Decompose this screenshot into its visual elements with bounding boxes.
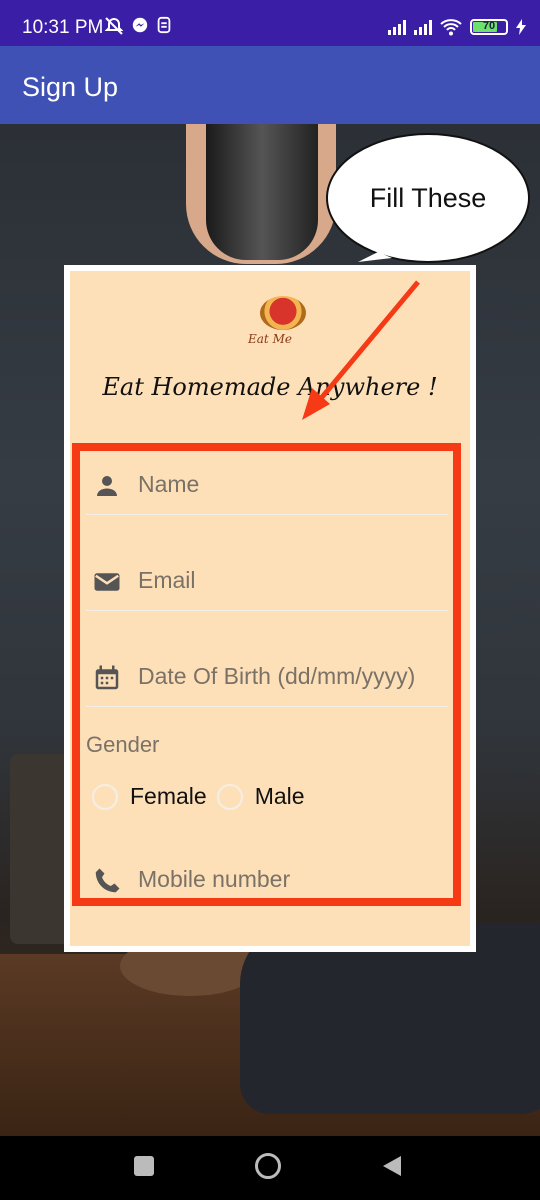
mobile-placeholder: Mobile number bbox=[138, 866, 291, 892]
battery-level: 70 bbox=[482, 20, 496, 32]
sync-icon bbox=[157, 16, 171, 34]
messenger-icon bbox=[132, 17, 148, 33]
app-bar: Sign Up bbox=[0, 46, 540, 124]
status-bar: 10:31 PM 70 bbox=[0, 0, 540, 46]
status-time: 10:31 PM bbox=[22, 17, 104, 38]
calendar-icon bbox=[95, 665, 119, 690]
male-label[interactable]: Male bbox=[255, 783, 305, 810]
name-placeholder: Name bbox=[138, 471, 200, 497]
person-icon bbox=[97, 476, 117, 496]
email-placeholder: Email bbox=[138, 567, 196, 593]
female-radio[interactable] bbox=[92, 783, 118, 810]
page-title: Sign Up bbox=[22, 72, 119, 102]
name-field[interactable]: Name bbox=[86, 455, 448, 515]
navigation-bar bbox=[0, 1136, 540, 1200]
mobile-field[interactable]: Mobile number bbox=[86, 850, 448, 896]
signal-icon bbox=[388, 19, 406, 35]
mail-icon bbox=[94, 573, 120, 591]
home-button[interactable] bbox=[255, 1153, 281, 1179]
recents-button[interactable] bbox=[134, 1156, 154, 1176]
email-field[interactable]: Email bbox=[86, 551, 448, 611]
pot-shape bbox=[10, 754, 70, 944]
brand-name: Eat Me bbox=[248, 332, 292, 346]
dob-field[interactable]: Date Of Birth (dd/mm/yyyy) bbox=[86, 647, 448, 707]
wifi-icon bbox=[440, 19, 462, 36]
mute-icon bbox=[104, 17, 124, 35]
tagline: Eat Homemade Anywhere ! bbox=[102, 373, 438, 401]
battery-icon: 70 bbox=[470, 19, 508, 35]
pizza-logo-icon bbox=[260, 296, 306, 330]
cup-shape bbox=[206, 124, 318, 260]
cloth-shape bbox=[240, 924, 540, 1114]
signal-icon-2 bbox=[414, 19, 432, 35]
male-radio[interactable] bbox=[216, 783, 243, 810]
female-label[interactable]: Female bbox=[130, 783, 207, 810]
dob-placeholder: Date Of Birth (dd/mm/yyyy) bbox=[138, 663, 416, 689]
phone-icon bbox=[95, 868, 120, 893]
back-button[interactable] bbox=[381, 1154, 403, 1178]
callout-text: Fill These bbox=[369, 183, 487, 213]
gender-label: Gender bbox=[86, 732, 160, 757]
gender-radio-group: Female Male bbox=[92, 783, 315, 810]
charging-icon bbox=[516, 19, 526, 35]
